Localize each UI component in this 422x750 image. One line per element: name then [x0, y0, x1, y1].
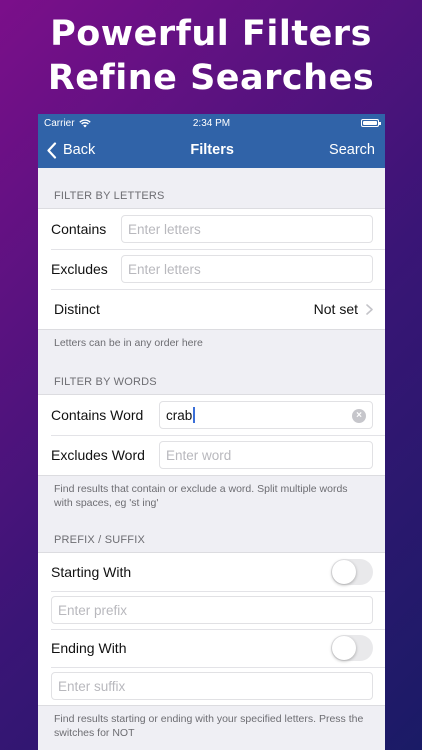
words-group: Contains Word crab × Excludes Word Enter…: [38, 394, 385, 476]
navigation-bar: Back Filters Search: [38, 132, 385, 168]
battery-icon: [361, 119, 381, 127]
chevron-left-icon: [47, 141, 57, 159]
letters-group: Contains Enter letters Excludes Enter le…: [38, 208, 385, 330]
excludes-word-placeholder: Enter word: [166, 447, 232, 463]
prefix-input[interactable]: Enter prefix: [51, 596, 373, 624]
ending-with-row: Ending With: [38, 629, 385, 667]
carrier-label: Carrier: [44, 117, 75, 129]
distinct-value: Not set: [313, 301, 358, 317]
section-header-letters: FILTER BY LETTERS: [54, 190, 165, 202]
ending-not-switch[interactable]: [331, 635, 373, 661]
promo-headline: Powerful Filters Refine Searches: [0, 12, 422, 100]
back-button[interactable]: Back: [46, 141, 96, 159]
excludes-word-row: Excludes Word Enter word: [38, 435, 385, 475]
words-note: Find results that contain or exclude a w…: [54, 483, 348, 509]
headline-line-2: Refine Searches: [47, 58, 375, 98]
prefix-row: Enter prefix: [38, 591, 385, 629]
section-header-words: FILTER BY WORDS: [54, 376, 157, 388]
excludes-word-input[interactable]: Enter word: [159, 441, 373, 469]
starting-with-row: Starting With: [38, 553, 385, 591]
contains-label: Contains: [51, 221, 107, 237]
back-label: Back: [63, 142, 96, 158]
suffix-row: Enter suffix: [38, 667, 385, 705]
distinct-row[interactable]: Distinct Not set: [38, 289, 385, 329]
section-header-affix: PREFIX / SUFFIX: [54, 534, 146, 546]
excludes-word-label: Excludes Word: [51, 447, 145, 463]
contains-word-value: crab: [166, 407, 193, 423]
wifi-icon: [78, 118, 91, 127]
letters-note: Letters can be in any order here: [54, 337, 203, 349]
contains-word-label: Contains Word: [51, 407, 144, 423]
contains-placeholder: Enter letters: [128, 221, 201, 237]
starting-not-switch[interactable]: [331, 559, 373, 585]
phone-screen: Carrier 2:34 PM Back Filters Search FILT…: [38, 114, 385, 750]
suffix-placeholder: Enter suffix: [58, 678, 126, 694]
excludes-label: Excludes: [51, 261, 108, 277]
headline-line-1: Powerful Filters: [50, 14, 372, 54]
starting-with-label: Starting With: [51, 564, 132, 580]
contains-word-input[interactable]: crab ×: [159, 401, 373, 429]
excludes-placeholder: Enter letters: [128, 261, 201, 277]
affix-group: Starting With Enter prefix Ending With E…: [38, 552, 385, 706]
clear-icon[interactable]: ×: [352, 409, 366, 423]
page-title: Filters: [190, 142, 234, 158]
ending-with-label: Ending With: [51, 640, 127, 656]
prefix-placeholder: Enter prefix: [58, 602, 128, 618]
text-caret: [193, 407, 196, 423]
contains-word-row: Contains Word crab ×: [38, 395, 385, 435]
contains-row: Contains Enter letters: [38, 209, 385, 249]
search-button[interactable]: Search: [329, 142, 375, 158]
suffix-input[interactable]: Enter suffix: [51, 672, 373, 700]
distinct-label: Distinct: [54, 301, 100, 317]
excludes-letters-input[interactable]: Enter letters: [121, 255, 373, 283]
contains-letters-input[interactable]: Enter letters: [121, 215, 373, 243]
excludes-row: Excludes Enter letters: [38, 249, 385, 289]
chevron-right-icon: [366, 303, 373, 315]
status-bar: Carrier 2:34 PM: [38, 114, 385, 132]
clock: 2:34 PM: [192, 117, 231, 129]
affix-note: Find results starting or ending with you…: [54, 713, 364, 739]
